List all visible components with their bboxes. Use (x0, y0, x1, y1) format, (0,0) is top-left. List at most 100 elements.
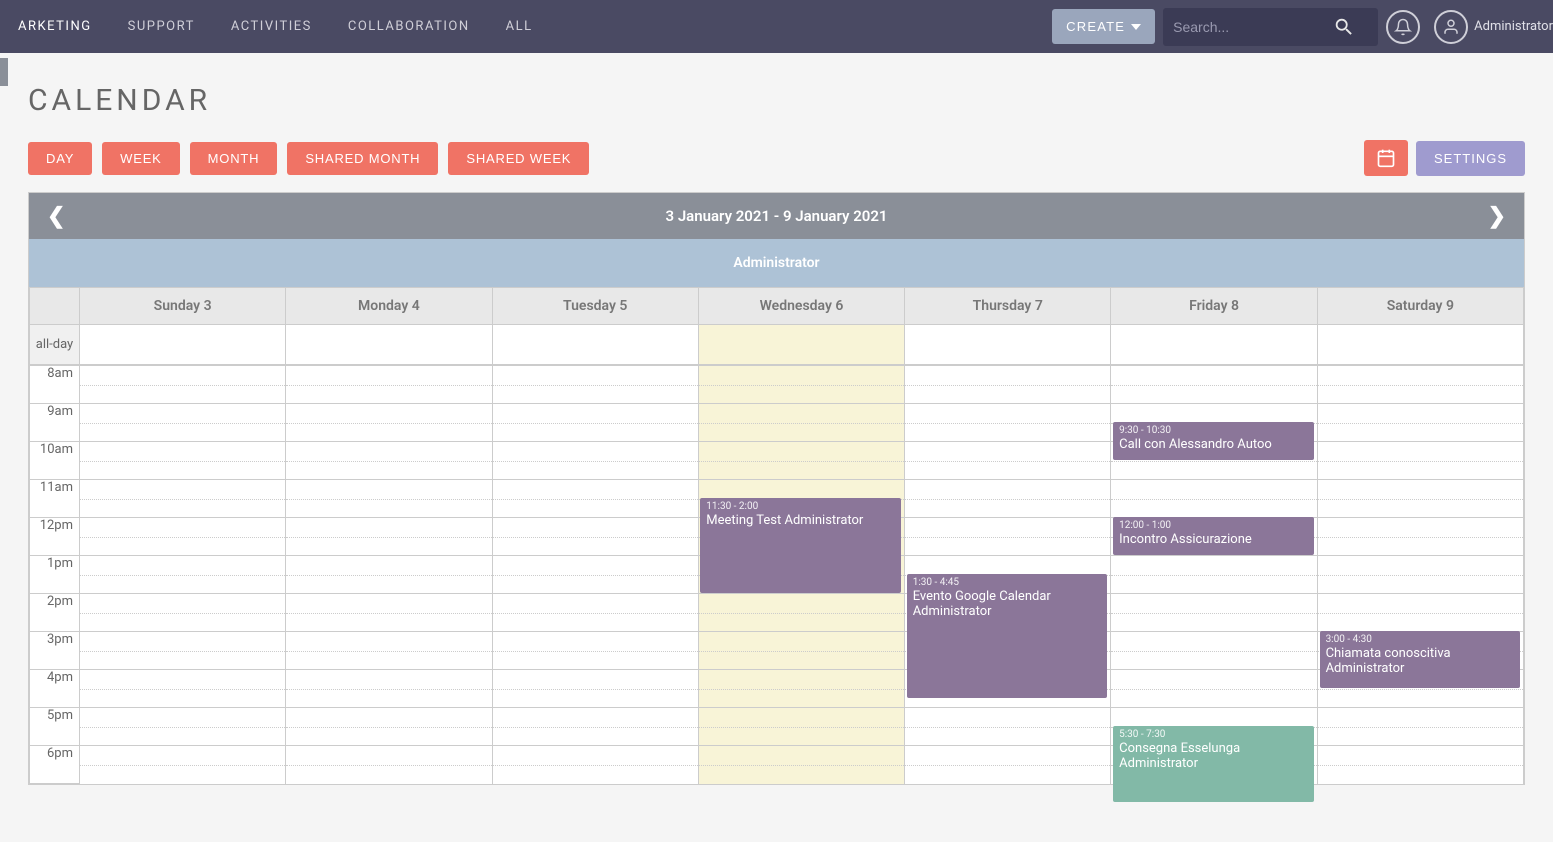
time-slot[interactable] (80, 518, 286, 556)
time-slot[interactable] (1111, 670, 1317, 708)
time-slot[interactable] (905, 746, 1111, 784)
time-slot[interactable] (698, 366, 904, 404)
time-slot[interactable] (905, 708, 1111, 746)
time-slot[interactable] (286, 556, 492, 594)
calendar-event[interactable]: 1:30 - 4:45Evento Google Calendar Admini… (907, 574, 1107, 698)
time-slot[interactable] (1111, 480, 1317, 518)
allday-cell[interactable] (698, 325, 904, 365)
time-slot[interactable] (905, 404, 1111, 442)
time-slot[interactable] (492, 746, 698, 784)
time-slot[interactable] (698, 670, 904, 708)
time-slot[interactable] (80, 746, 286, 784)
view-shared-month[interactable]: SHARED MONTH (287, 142, 438, 175)
time-slot[interactable] (80, 670, 286, 708)
time-slot[interactable] (80, 632, 286, 670)
time-slot[interactable] (1317, 442, 1523, 480)
time-slot[interactable] (286, 442, 492, 480)
time-slot[interactable] (905, 442, 1111, 480)
time-slot[interactable] (286, 670, 492, 708)
allday-cell[interactable] (286, 325, 492, 365)
time-slot[interactable] (286, 594, 492, 632)
time-slot[interactable] (698, 404, 904, 442)
time-slot[interactable] (1317, 708, 1523, 746)
time-slot[interactable] (1111, 632, 1317, 670)
time-slot[interactable] (905, 518, 1111, 556)
time-slot[interactable] (905, 480, 1111, 518)
time-slot[interactable] (492, 518, 698, 556)
allday-cell[interactable] (492, 325, 698, 365)
nav-support[interactable]: SUPPORT (110, 0, 213, 53)
nav-activities[interactable]: ACTIVITIES (213, 0, 330, 53)
time-slot[interactable] (286, 746, 492, 784)
event-title: Chiamata conoscitiva Administrator (1326, 646, 1514, 676)
time-slot[interactable] (286, 366, 492, 404)
time-slot[interactable] (492, 594, 698, 632)
time-slot[interactable] (80, 404, 286, 442)
search-wrap[interactable] (1163, 8, 1378, 46)
day-header-fri: Friday 8 (1111, 288, 1317, 325)
time-slot[interactable] (1111, 366, 1317, 404)
time-slot[interactable] (1111, 594, 1317, 632)
next-week[interactable]: ❯ (1470, 204, 1524, 229)
view-day[interactable]: DAY (28, 142, 92, 175)
time-slot[interactable] (80, 480, 286, 518)
allday-cell[interactable] (80, 325, 286, 365)
time-slot[interactable] (1317, 404, 1523, 442)
time-slot[interactable] (1317, 518, 1523, 556)
time-slot[interactable] (286, 404, 492, 442)
time-slot[interactable] (492, 632, 698, 670)
time-slot[interactable] (698, 594, 904, 632)
time-slot[interactable] (286, 632, 492, 670)
time-slot[interactable] (286, 708, 492, 746)
time-slot[interactable] (492, 480, 698, 518)
user-menu[interactable]: Administrator (1434, 10, 1553, 44)
time-slot[interactable] (80, 366, 286, 404)
view-week[interactable]: WEEK (102, 142, 179, 175)
view-shared-week[interactable]: SHARED WEEK (448, 142, 589, 175)
settings-button[interactable]: SETTINGS (1416, 141, 1525, 176)
allday-cell[interactable] (1111, 325, 1317, 365)
nav-all[interactable]: ALL (488, 0, 551, 53)
time-slot[interactable] (698, 442, 904, 480)
date-picker-button[interactable] (1364, 140, 1408, 176)
time-slot[interactable] (492, 442, 698, 480)
time-slot[interactable] (80, 556, 286, 594)
time-slot[interactable] (492, 670, 698, 708)
time-slot[interactable] (905, 366, 1111, 404)
time-slot[interactable] (80, 442, 286, 480)
time-slot[interactable] (1317, 746, 1523, 784)
calendar-event[interactable]: 9:30 - 10:30Call con Alessandro Autoo (1113, 422, 1313, 460)
time-slot[interactable] (80, 594, 286, 632)
time-slot[interactable] (1111, 556, 1317, 594)
time-slot[interactable] (492, 556, 698, 594)
view-month[interactable]: MONTH (190, 142, 278, 175)
nav-collaboration[interactable]: COLLABORATION (330, 0, 488, 53)
allday-cell[interactable] (1317, 325, 1523, 365)
time-slot[interactable] (286, 518, 492, 556)
time-slot[interactable] (286, 480, 492, 518)
create-button[interactable]: CREATE (1052, 9, 1155, 44)
toolbar: DAY WEEK MONTH SHARED MONTH SHARED WEEK … (28, 140, 1525, 176)
time-slot[interactable] (80, 708, 286, 746)
time-slot[interactable] (1317, 556, 1523, 594)
time-slot[interactable] (1317, 594, 1523, 632)
calendar-event[interactable]: 5:30 - 7:30Consegna Esselunga Administra… (1113, 726, 1313, 802)
time-slot[interactable] (698, 746, 904, 784)
event-time: 5:30 - 7:30 (1119, 729, 1307, 740)
time-slot[interactable] (1317, 480, 1523, 518)
prev-week[interactable]: ❮ (29, 204, 83, 229)
time-slot[interactable] (698, 708, 904, 746)
side-handle[interactable] (0, 58, 8, 86)
search-input[interactable] (1173, 19, 1333, 35)
allday-cell[interactable] (905, 325, 1111, 365)
calendar-event[interactable]: 12:00 - 1:00Incontro Assicurazione (1113, 517, 1313, 555)
calendar-event[interactable]: 3:00 - 4:30Chiamata conoscitiva Administ… (1320, 631, 1520, 688)
notifications-button[interactable] (1386, 10, 1420, 44)
time-slot[interactable] (492, 404, 698, 442)
nav-marketing[interactable]: ARKETING (0, 0, 110, 53)
time-slot[interactable] (698, 632, 904, 670)
time-slot[interactable] (492, 366, 698, 404)
calendar-event[interactable]: 11:30 - 2:00Meeting Test Administrator (700, 498, 900, 593)
time-slot[interactable] (492, 708, 698, 746)
time-slot[interactable] (1317, 366, 1523, 404)
